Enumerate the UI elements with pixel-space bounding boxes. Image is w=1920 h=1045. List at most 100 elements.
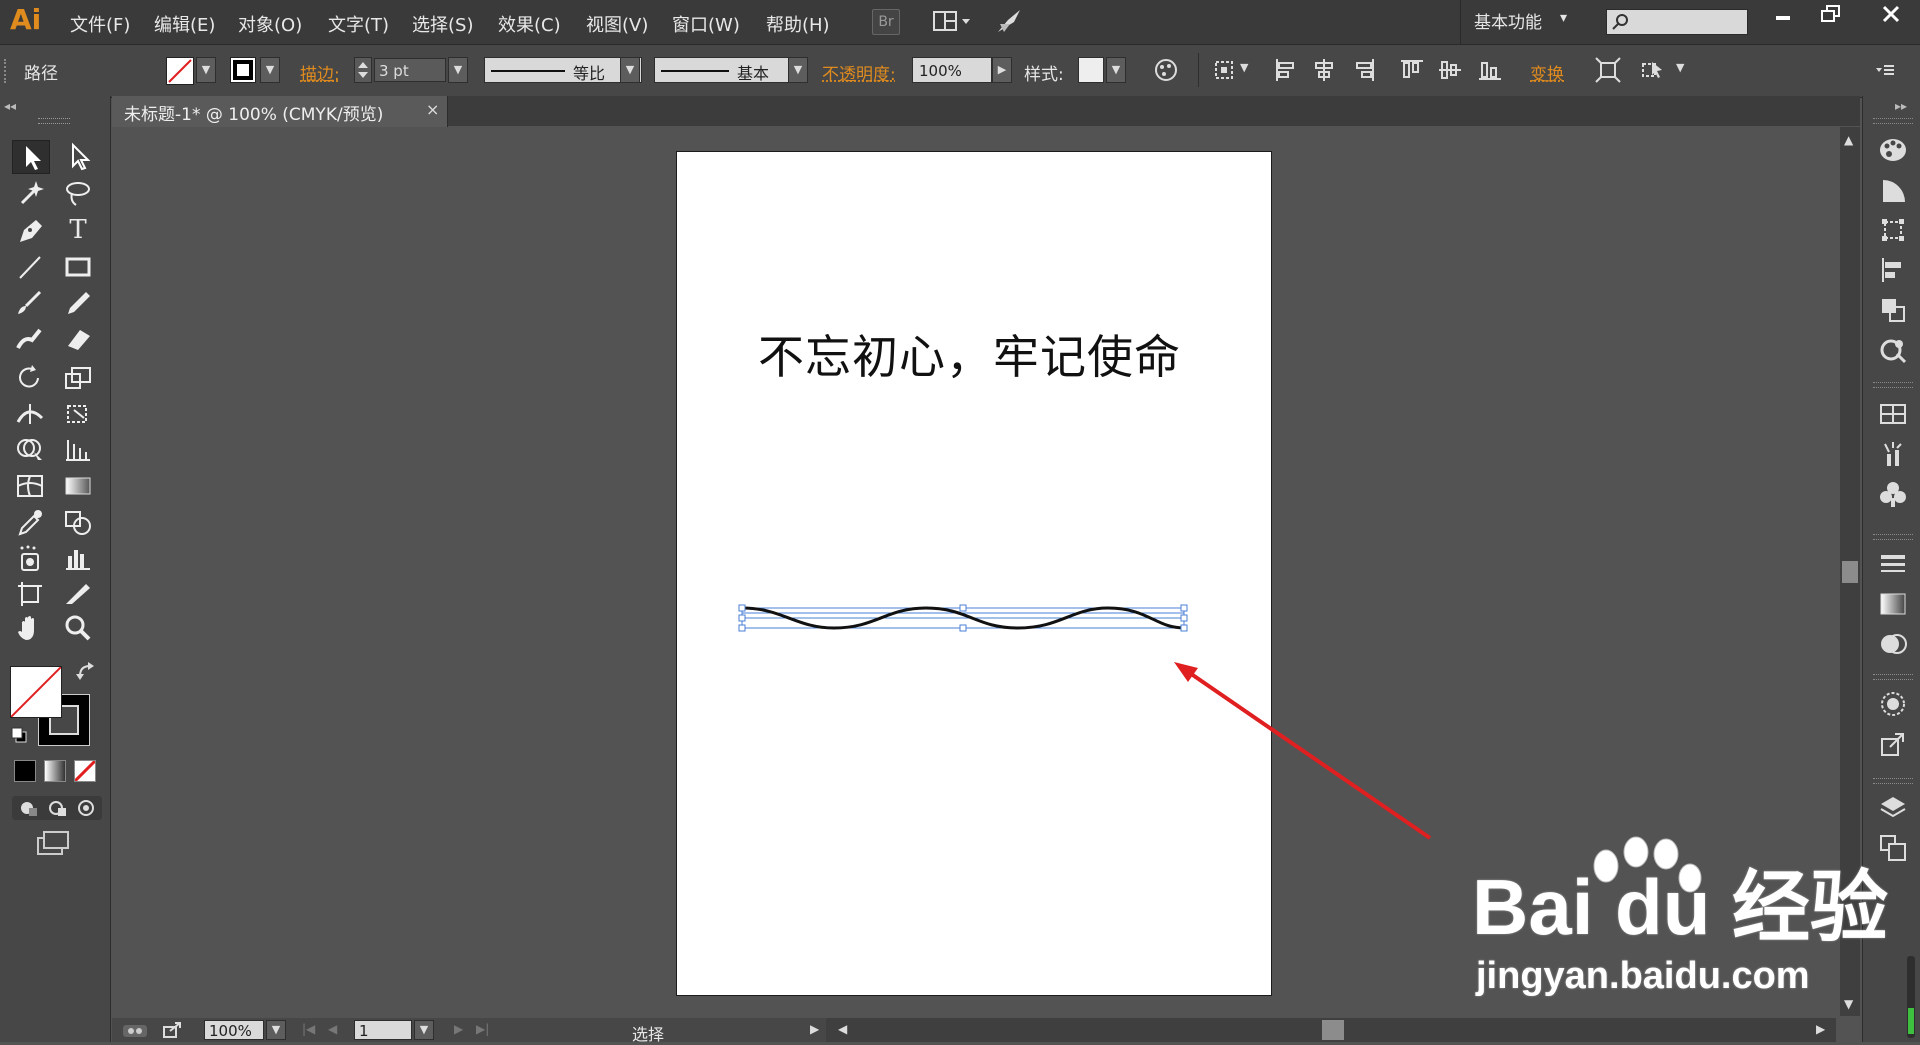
artboard-headline-text[interactable]: 不忘初心，牢记使命 <box>758 321 1181 387</box>
chevron-down-icon[interactable]: ▾ <box>1560 10 1567 26</box>
menu-file[interactable]: 文件(F) <box>70 11 130 37</box>
perspective-grid-tool-icon[interactable] <box>60 434 96 466</box>
menu-edit[interactable]: 编辑(E) <box>154 11 215 37</box>
align-vertical-center-icon[interactable] <box>1436 56 1464 84</box>
stroke-swatch[interactable] <box>230 57 256 83</box>
opacity-input[interactable]: 100% <box>912 57 992 83</box>
grip-handle[interactable] <box>1873 778 1913 784</box>
menu-help[interactable]: 帮助(H) <box>766 11 830 37</box>
transform-panel-link[interactable]: 变换 <box>1530 60 1564 85</box>
artboard-number-dropdown[interactable]: ▼ <box>414 1020 434 1040</box>
stroke-panel-icon[interactable] <box>1877 548 1909 580</box>
grip-handle[interactable] <box>1873 382 1913 388</box>
last-artboard-icon[interactable]: ▶| <box>476 1022 489 1036</box>
zoom-input[interactable]: 100% <box>204 1020 264 1040</box>
status-menu-icon[interactable]: ▶ <box>810 1022 819 1036</box>
rotate-tool-icon[interactable] <box>12 362 48 394</box>
grip-handle[interactable] <box>1873 534 1913 540</box>
align-to-selection-icon[interactable] <box>1212 56 1240 84</box>
align-top-icon[interactable] <box>1398 56 1426 84</box>
grip-handle[interactable] <box>38 118 70 124</box>
grip-handle[interactable] <box>4 59 12 83</box>
graphic-style-dropdown[interactable]: ▼ <box>1106 57 1126 83</box>
menu-select[interactable]: 选择(S) <box>412 11 473 37</box>
stroke-weight-stepper[interactable] <box>354 57 372 83</box>
gradient-panel-icon[interactable] <box>1877 588 1909 620</box>
graphic-styles-panel-icon[interactable] <box>1877 688 1909 720</box>
zoom-tool-icon[interactable] <box>60 612 96 644</box>
artboard[interactable] <box>676 151 1272 996</box>
menu-effect[interactable]: 效果(C) <box>498 11 561 37</box>
menu-type[interactable]: 文字(T) <box>328 11 389 37</box>
opacity-arrow[interactable]: ▶ <box>992 57 1012 83</box>
recolor-artwork-icon[interactable] <box>1152 56 1180 84</box>
artboard-tool-icon[interactable] <box>12 578 48 610</box>
restore-icon[interactable] <box>1810 0 1852 28</box>
free-transform-tool-icon[interactable] <box>60 398 96 430</box>
scroll-right-icon[interactable]: ▶ <box>1816 1022 1825 1036</box>
horizontal-scroll-thumb[interactable] <box>1322 1020 1344 1040</box>
opacity-panel-link[interactable]: 不透明度: <box>822 60 896 85</box>
draw-behind-icon[interactable] <box>45 798 69 818</box>
line-segment-tool-icon[interactable] <box>12 251 48 283</box>
appearance-panel-icon[interactable] <box>1877 334 1909 366</box>
previous-artboard-icon[interactable]: ◀ <box>328 1022 337 1036</box>
brush-dropdown[interactable]: ▼ <box>788 57 808 83</box>
gradient-mode-button[interactable] <box>44 760 66 782</box>
symbols-panel-icon[interactable] <box>1877 478 1909 510</box>
change-screen-mode-icon[interactable] <box>36 830 70 858</box>
gradient-tool-icon[interactable] <box>60 470 96 502</box>
panel-menu-icon[interactable] <box>1870 56 1898 84</box>
fill-dropdown[interactable]: ▼ <box>196 57 216 83</box>
brushes-panel-icon[interactable] <box>1877 438 1909 470</box>
stroke-dropdown[interactable]: ▼ <box>260 57 280 83</box>
fill-color-swatch[interactable] <box>10 666 62 718</box>
menu-window[interactable]: 窗口(W) <box>672 11 740 37</box>
cc-libraries-icon[interactable] <box>122 1021 148 1039</box>
width-tool-icon[interactable] <box>12 398 48 430</box>
align-left-icon[interactable] <box>1272 56 1300 84</box>
scale-tool-icon[interactable] <box>60 362 96 394</box>
width-profile-dropdown[interactable]: ▼ <box>620 57 640 83</box>
select-similar-icon[interactable] <box>1638 56 1666 84</box>
scroll-up-icon[interactable]: ▲ <box>1844 133 1853 147</box>
color-mode-button[interactable] <box>14 760 36 782</box>
lasso-tool-icon[interactable] <box>60 177 96 209</box>
stroke-weight-input[interactable]: 3 pt <box>374 58 446 82</box>
selected-wavy-path[interactable] <box>736 600 1196 634</box>
next-artboard-icon[interactable]: ▶ <box>454 1022 463 1036</box>
slice-tool-icon[interactable] <box>60 578 96 610</box>
align-right-icon[interactable] <box>1350 56 1378 84</box>
scroll-left-icon[interactable]: ◀ <box>838 1022 847 1036</box>
stroke-panel-link[interactable]: 描边: <box>300 60 340 85</box>
draw-normal-icon[interactable] <box>16 798 40 818</box>
chevron-down-icon[interactable]: ▼ <box>1240 61 1248 74</box>
pathfinder-panel-icon[interactable] <box>1877 294 1909 326</box>
blob-brush-tool-icon[interactable] <box>12 322 48 354</box>
first-artboard-icon[interactable]: |◀ <box>302 1022 315 1036</box>
chevron-down-icon[interactable]: ▼ <box>1676 61 1684 74</box>
isolate-object-icon[interactable] <box>1594 56 1622 84</box>
layers-panel-icon[interactable] <box>1877 792 1909 824</box>
grip-handle[interactable] <box>1873 118 1913 124</box>
workspace-switcher[interactable]: 基本功能 <box>1474 8 1542 33</box>
none-mode-button[interactable] <box>73 759 97 783</box>
hand-tool-icon[interactable] <box>12 612 48 644</box>
stroke-weight-dropdown[interactable]: ▼ <box>448 57 468 83</box>
gpu-performance-icon[interactable] <box>994 6 1024 36</box>
align-panel-icon[interactable] <box>1877 254 1909 286</box>
paintbrush-tool-icon[interactable] <box>12 286 48 318</box>
vertical-scroll-thumb[interactable] <box>1842 561 1858 583</box>
magic-wand-tool-icon[interactable] <box>12 177 48 209</box>
share-icon[interactable] <box>162 1021 184 1039</box>
draw-inside-icon[interactable] <box>74 798 98 818</box>
align-bottom-icon[interactable] <box>1476 56 1504 84</box>
expand-panels-icon[interactable]: ▸▸ <box>1895 99 1907 113</box>
eyedropper-tool-icon[interactable] <box>12 506 48 538</box>
brush-definition-select[interactable]: 基本 <box>654 57 790 83</box>
arrange-documents-icon[interactable] <box>932 8 974 34</box>
zoom-dropdown[interactable]: ▼ <box>266 1020 286 1040</box>
horizontal-scrollbar[interactable]: ◀ ▶ <box>826 1018 1836 1042</box>
collapse-panel-icon[interactable]: ◂◂ <box>4 99 16 113</box>
grip-handle[interactable] <box>1873 674 1913 680</box>
